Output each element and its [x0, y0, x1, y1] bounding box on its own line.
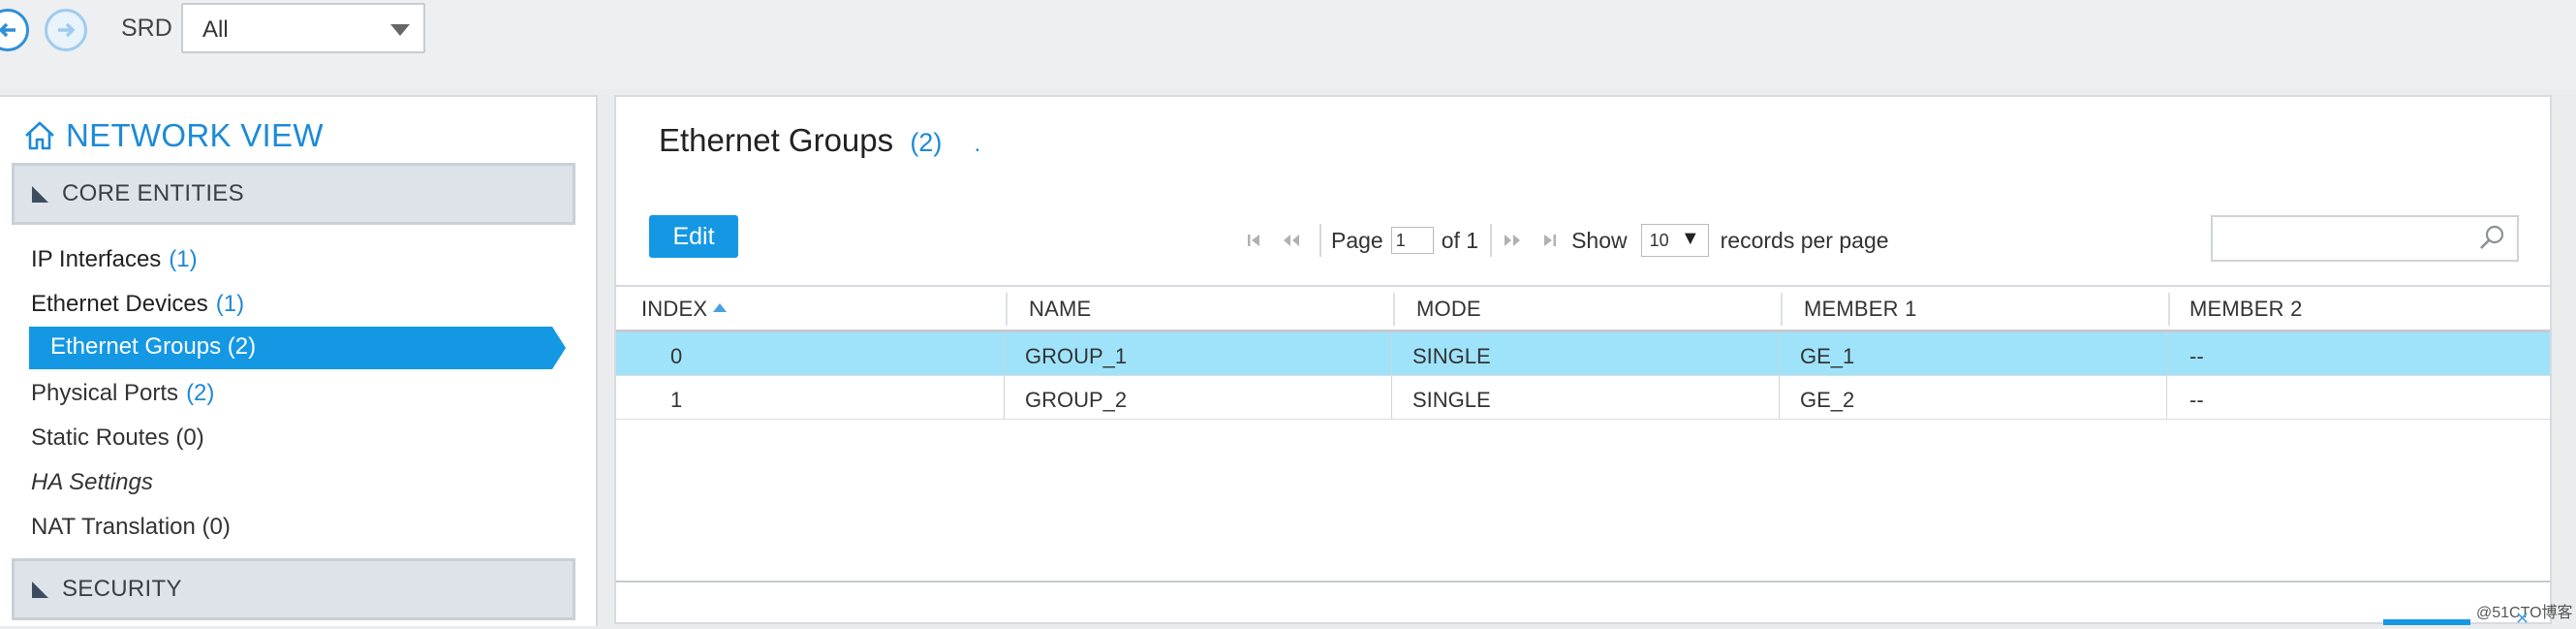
cell-divider [2166, 332, 2167, 375]
page-label: Page [1331, 227, 1383, 253]
cell-divider [1004, 332, 1005, 375]
cell-member-2: -- [2189, 344, 2204, 368]
column-header-mode[interactable]: MODE [1416, 297, 1481, 322]
sidebar-item-nat-translation[interactable]: NAT Translation (0) [31, 508, 231, 547]
column-divider[interactable] [1006, 293, 1008, 326]
records-per-page-value: 10 [1649, 231, 1669, 250]
sidebar-item-label: HA Settings [31, 469, 153, 495]
table-header: INDEX NAME MODE MEMBER 1 MEMBER 2 [616, 285, 2550, 332]
column-header-name[interactable]: NAME [1029, 297, 1091, 322]
network-view-label: NETWORK VIEW [66, 117, 324, 153]
section-core-entities-label: CORE ENTITIES [62, 180, 244, 206]
column-header-member-1[interactable]: MEMBER 1 [1804, 297, 1917, 322]
cell-divider [2166, 376, 2167, 419]
collapse-triangle-icon [32, 581, 48, 598]
last-page-icon[interactable] [1536, 232, 1558, 249]
page-of-label: of 1 [1441, 227, 1479, 253]
sidebar-item-ethernet-groups[interactable]: Ethernet Groups (2) [29, 327, 566, 369]
sidebar-item-label: Static Routes (0) [31, 425, 204, 451]
page-title-count: (2) [910, 128, 943, 157]
cell-index: 1 [670, 388, 683, 412]
table-row[interactable]: 0 GROUP_1 SINGLE GE_1 -- [616, 332, 2550, 376]
sidebar-item-label: NAT Translation (0) [31, 514, 231, 540]
section-security[interactable]: SECURITY [12, 558, 575, 620]
first-page-icon[interactable] [1246, 232, 1267, 249]
page-number-input[interactable]: 1 [1390, 227, 1434, 254]
column-header-label: INDEX [641, 297, 708, 321]
sidebar-item-static-routes[interactable]: Static Routes (0) [31, 419, 204, 457]
chevron-down-icon [390, 24, 410, 36]
cell-divider [1391, 332, 1392, 375]
sidebar-item-physical-ports[interactable]: Physical Ports (2) [31, 374, 214, 413]
sidebar-item-count: (1) [169, 246, 198, 272]
sidebar-item-ip-interfaces[interactable]: IP Interfaces (1) [31, 240, 198, 279]
page-title-dot: . [974, 131, 981, 157]
sidebar: NETWORK VIEW CORE ENTITIES IP Interfaces… [0, 95, 598, 626]
collapse-triangle-icon [32, 185, 48, 203]
cell-divider [1004, 376, 1005, 419]
section-security-label: SECURITY [62, 576, 182, 602]
page-title-text: Ethernet Groups [659, 122, 894, 158]
search-input[interactable] [2211, 215, 2519, 262]
cell-mode: SINGLE [1412, 344, 1491, 368]
cell-divider [1779, 376, 1780, 419]
table-row[interactable]: 1 GROUP_2 SINGLE GE_2 -- [616, 376, 2550, 420]
column-header-index[interactable]: INDEX [641, 297, 728, 322]
sort-ascending-icon [713, 303, 728, 312]
sidebar-item-label: Ethernet Groups (2) [50, 333, 257, 360]
cell-divider [1779, 332, 1780, 375]
sidebar-item-count: (1) [215, 291, 245, 317]
main-panel: Ethernet Groups (2) . Edit Page 1 of 1 S… [614, 95, 2552, 625]
active-pointer [552, 327, 566, 369]
show-label: Show [1571, 227, 1628, 253]
prev-page-icon[interactable] [1281, 232, 1302, 249]
sidebar-item-label: Physical Ports [31, 380, 179, 406]
srd-label: SRD [121, 15, 172, 42]
cell-member-1: GE_2 [1800, 388, 1855, 412]
cell-index: 0 [670, 344, 683, 368]
network-view-title[interactable]: NETWORK VIEW [23, 114, 324, 157]
search-icon [2480, 225, 2504, 249]
cell-divider [1391, 376, 1392, 419]
close-icon[interactable]: ✕ [2515, 609, 2529, 629]
page-title: Ethernet Groups (2) . [659, 122, 980, 159]
column-divider[interactable] [2168, 293, 2170, 326]
cell-member-1: GE_1 [1800, 344, 1855, 368]
home-icon [25, 121, 54, 150]
column-divider[interactable] [1781, 293, 1783, 326]
cell-member-2: -- [2189, 388, 2204, 412]
column-header-member-2[interactable]: MEMBER 2 [2189, 297, 2303, 322]
edit-button[interactable]: Edit [649, 215, 738, 258]
pager-divider [1490, 224, 1493, 257]
srd-select-value: All [202, 16, 229, 43]
sidebar-item-ethernet-devices[interactable]: Ethernet Devices (1) [31, 285, 244, 324]
cell-name: GROUP_1 [1025, 344, 1128, 368]
table-bottom-border [616, 581, 2550, 582]
cell-name: GROUP_2 [1025, 388, 1128, 412]
srd-select[interactable]: All [181, 3, 425, 53]
ethernet-groups-table: INDEX NAME MODE MEMBER 1 MEMBER 2 0 GROU… [616, 285, 2550, 420]
cell-mode: SINGLE [1412, 388, 1491, 412]
section-core-entities[interactable]: CORE ENTITIES [12, 163, 575, 225]
arrow-left-icon [0, 22, 16, 38]
arrow-right-icon [58, 22, 76, 38]
back-button[interactable] [0, 9, 29, 51]
sidebar-item-count: (2) [186, 380, 215, 406]
pager-divider [1319, 224, 1321, 257]
sidebar-item-label: Ethernet Devices [31, 291, 208, 317]
sidebar-item-ha-settings[interactable]: HA Settings [31, 463, 153, 502]
records-per-page-label: records per page [1720, 227, 1889, 253]
next-page-icon[interactable] [1502, 232, 1523, 249]
footer-action-button[interactable] [2383, 619, 2470, 625]
sidebar-item-label: IP Interfaces [31, 246, 162, 272]
pagination-bar: Page 1 of 1 Show 10 ▼ records per page [1246, 221, 1889, 260]
caret-down-icon: ▼ [1680, 228, 1700, 249]
column-divider[interactable] [1393, 293, 1395, 326]
records-per-page-select[interactable]: 10 ▼ [1640, 224, 1709, 257]
forward-button[interactable] [45, 9, 87, 51]
top-toolbar: SRD All [0, 0, 2576, 89]
